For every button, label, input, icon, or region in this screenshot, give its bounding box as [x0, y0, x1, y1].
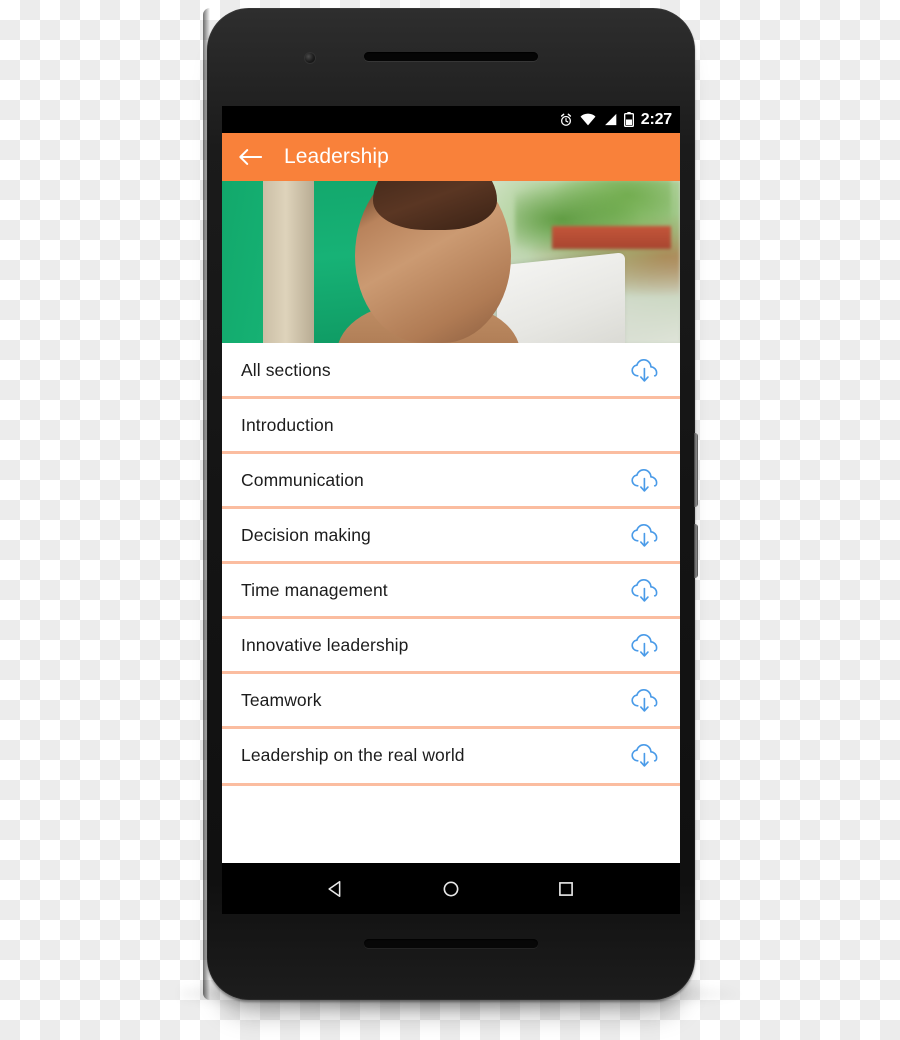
power-button[interactable] — [694, 433, 698, 507]
front-camera-icon — [305, 53, 315, 63]
list-item[interactable]: Teamwork — [222, 671, 680, 728]
cellular-signal-icon — [603, 113, 617, 126]
list-item-label: Time management — [241, 580, 388, 600]
cloud-download-icon[interactable] — [627, 578, 661, 603]
nav-back-icon[interactable] — [314, 867, 358, 911]
earpiece-speaker-icon — [364, 52, 538, 61]
list-bottom-divider — [222, 783, 680, 786]
cloud-download-icon[interactable] — [627, 688, 661, 713]
list-item-label: Teamwork — [241, 690, 322, 710]
list-empty-space — [222, 786, 680, 863]
cloud-download-icon[interactable] — [627, 358, 661, 383]
section-list: All sections Introduction Communication … — [222, 343, 680, 783]
wifi-icon — [580, 113, 596, 126]
page-title: Leadership — [284, 145, 389, 168]
hero-wall-pillar — [263, 181, 314, 343]
list-item-label: Introduction — [241, 415, 334, 435]
hero-roof — [551, 226, 671, 250]
status-bar-clock: 2:27 — [640, 110, 672, 128]
hero-person-hair — [373, 181, 497, 230]
hero-image — [222, 181, 680, 343]
list-item-label: Leadership on the real world — [241, 745, 465, 765]
list-item[interactable]: All sections — [222, 343, 680, 398]
list-item[interactable]: Innovative leadership — [222, 616, 680, 673]
screenshot-canvas: 2:27 Leadership All sections Introductio… — [0, 0, 900, 1040]
cloud-download-icon[interactable] — [627, 743, 661, 768]
list-item[interactable]: Leadership on the real world — [222, 726, 680, 783]
volume-button[interactable] — [694, 524, 698, 578]
status-bar: 2:27 — [222, 106, 680, 133]
list-item[interactable]: Introduction — [222, 396, 680, 453]
phone-device: 2:27 Leadership All sections Introductio… — [203, 8, 698, 1000]
nav-home-icon[interactable] — [429, 867, 473, 911]
app-bar: Leadership — [222, 133, 680, 181]
cloud-download-icon[interactable] — [627, 468, 661, 493]
list-item[interactable]: Time management — [222, 561, 680, 618]
phone-screen: 2:27 Leadership All sections Introductio… — [222, 106, 680, 914]
nav-recents-icon[interactable] — [544, 867, 588, 911]
content-area: All sections Introduction Communication … — [222, 343, 680, 863]
back-arrow-icon[interactable] — [238, 147, 262, 167]
list-item-label: Communication — [241, 470, 364, 490]
list-item[interactable]: Decision making — [222, 506, 680, 563]
cloud-download-icon[interactable] — [627, 523, 661, 548]
list-item[interactable]: Communication — [222, 451, 680, 508]
list-item-label: Innovative leadership — [241, 635, 409, 655]
list-item-label: Decision making — [241, 525, 371, 545]
android-navigation-bar — [222, 863, 680, 914]
bottom-speaker-icon — [364, 939, 538, 948]
battery-icon — [623, 112, 634, 127]
cloud-download-icon[interactable] — [627, 633, 661, 658]
list-item-label: All sections — [241, 360, 331, 380]
alarm-icon — [559, 113, 573, 127]
hero-laptop — [496, 252, 626, 343]
